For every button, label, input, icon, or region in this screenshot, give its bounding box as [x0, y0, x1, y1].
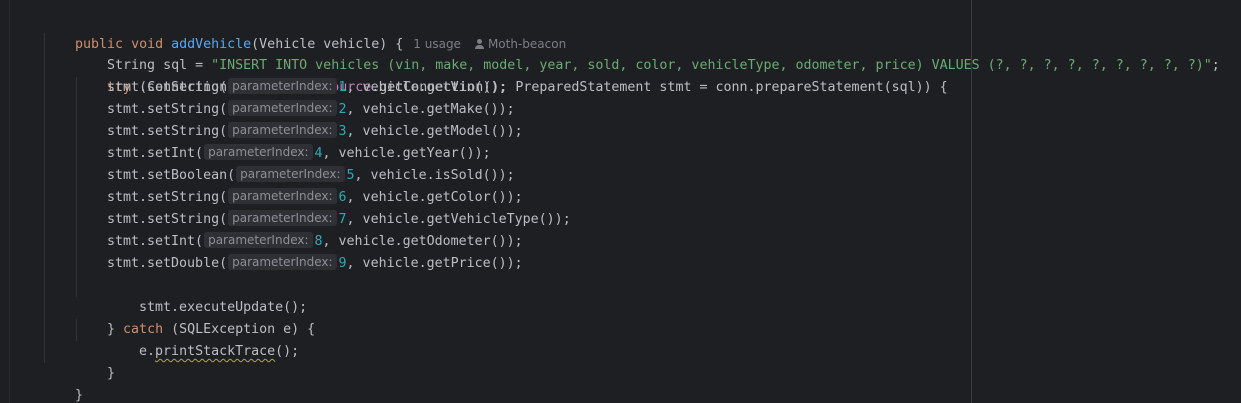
statement-end: ;: [1211, 58, 1220, 73]
code-line-method-close[interactable]: }: [43, 363, 83, 403]
setter-argument: , vehicle.getVin());: [346, 80, 507, 95]
gutter-divider: [9, 0, 10, 403]
code-line-setter[interactable]: stmt.setString(parameterIndex: 1, vehicle…: [107, 77, 507, 99]
print-stack-trace-warning[interactable]: printStackTrace: [155, 344, 275, 359]
parameter-index-value: 1: [338, 80, 347, 95]
setter-call: stmt.setString(: [107, 212, 228, 227]
setter-call: stmt.setString(: [107, 102, 228, 117]
setter-argument: , vehicle.getModel());: [346, 124, 523, 139]
parameter-index-value: 7: [338, 212, 347, 227]
setter-call: stmt.setString(: [107, 124, 228, 139]
call-parens: ();: [275, 344, 300, 359]
indent-guide-method: [44, 33, 45, 363]
code-line-catch-close[interactable]: }: [75, 341, 115, 381]
parameter-index-value: 2: [338, 102, 347, 117]
parameter-name-hint[interactable]: parameterIndex:: [228, 210, 337, 226]
code-line-setter[interactable]: stmt.setString(parameterIndex: 7, vehicle…: [107, 209, 571, 231]
code-line-sql[interactable]: String sql = "INSERT INTO vehicles (vin,…: [75, 33, 1220, 73]
setter-argument: , vehicle.getYear());: [322, 146, 491, 161]
parameter-name-hint[interactable]: parameterIndex:: [204, 232, 313, 248]
parameter-index-value: 4: [314, 146, 323, 161]
setter-call: stmt.setDouble(: [107, 256, 228, 271]
code-line-try[interactable]: try (Connection conn = dataSource.getCon…: [75, 55, 948, 95]
parameter-index-value: 9: [338, 256, 347, 271]
code-line-setter[interactable]: stmt.setInt(parameterIndex: 8, vehicle.ge…: [107, 231, 523, 253]
parameter-name-hint[interactable]: parameterIndex:: [228, 254, 337, 270]
setter-call: stmt.setString(: [107, 80, 228, 95]
code-editor[interactable]: public void addVehicle(Vehicle vehicle) …: [0, 0, 1241, 403]
code-line-setter[interactable]: stmt.setString(parameterIndex: 6, vehicle…: [107, 187, 523, 209]
code-line-setter[interactable]: stmt.setDouble(parameterIndex: 9, vehicle…: [107, 253, 523, 275]
setter-argument: , vehicle.getColor());: [346, 190, 523, 205]
parameter-name-hint[interactable]: parameterIndex:: [228, 122, 337, 138]
parameter-name-hint[interactable]: parameterIndex:: [236, 166, 345, 182]
setter-call: stmt.setInt(: [107, 146, 204, 161]
code-line-print-stack-trace[interactable]: e.printStackTrace();: [107, 319, 299, 359]
catch-close-brace: }: [107, 366, 116, 381]
parameter-index-value: 8: [314, 234, 323, 249]
setter-call: stmt.setInt(: [107, 234, 204, 249]
code-line-execute[interactable]: stmt.executeUpdate();: [107, 275, 307, 315]
setter-call: stmt.setBoolean(: [107, 168, 236, 183]
exception-var: e.: [139, 344, 156, 359]
method-close-brace: }: [75, 388, 84, 403]
code-line-setter[interactable]: stmt.setString(parameterIndex: 3, vehicle…: [107, 121, 523, 143]
parameter-name-hint[interactable]: parameterIndex:: [228, 188, 337, 204]
code-line-setter[interactable]: stmt.setBoolean(parameterIndex: 5, vehicl…: [107, 165, 515, 187]
setter-call: stmt.setString(: [107, 190, 228, 205]
code-line-method-signature[interactable]: public void addVehicle(Vehicle vehicle) …: [43, 11, 566, 52]
parameter-name-hint[interactable]: parameterIndex:: [228, 100, 337, 116]
code-line-setter[interactable]: stmt.setString(parameterIndex: 2, vehicle…: [107, 99, 515, 121]
code-line-setter[interactable]: stmt.setInt(parameterIndex: 4, vehicle.ge…: [107, 143, 491, 165]
parameter-name-hint[interactable]: parameterIndex:: [204, 144, 313, 160]
parameter-index-value: 3: [338, 124, 347, 139]
setter-argument: , vehicle.isSold());: [354, 168, 515, 183]
setter-argument: , vehicle.getVehicleType());: [346, 212, 571, 227]
code-line-catch[interactable]: } catch (SQLException e) {: [75, 297, 315, 337]
parameter-index-value: 6: [338, 190, 347, 205]
setter-argument: , vehicle.getPrice());: [346, 256, 523, 271]
parameter-index-value: 5: [346, 168, 355, 183]
setter-argument: , vehicle.getOdometer());: [322, 234, 523, 249]
setter-argument: , vehicle.getMake());: [346, 102, 515, 117]
parameter-name-hint[interactable]: parameterIndex:: [228, 78, 337, 94]
